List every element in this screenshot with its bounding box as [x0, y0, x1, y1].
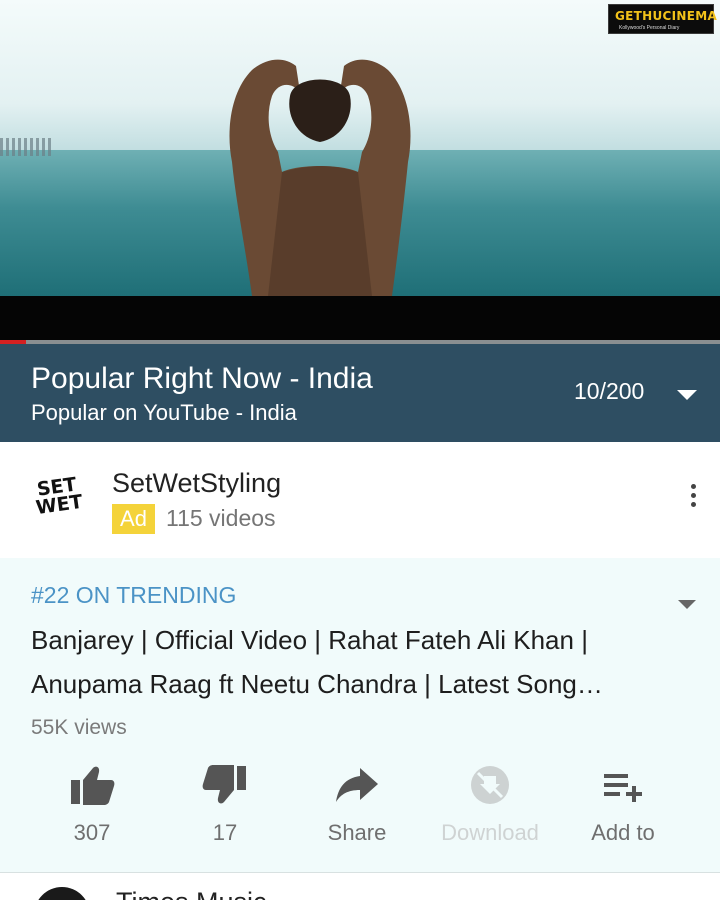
- video-frame-figure: [229, 59, 411, 296]
- add-to-label: Add to: [591, 820, 655, 845]
- watermark-subtext: Kollywood's Personal Diary: [619, 25, 680, 31]
- channel-video-count: 115 videos: [166, 505, 276, 531]
- thumbs-down-icon: [202, 765, 246, 804]
- share-icon: [336, 768, 378, 802]
- watermark-text: GETHUCINEMA: [615, 9, 718, 23]
- next-channel-name[interactable]: Times Music: [116, 887, 267, 900]
- video-info: #22 ON TRENDING Banjarey | Official Vide…: [0, 558, 720, 874]
- dislike-button[interactable]: 17: [165, 764, 285, 846]
- view-count: 55K views: [31, 716, 127, 739]
- expand-description-icon[interactable]: [678, 600, 696, 609]
- like-count: 307: [73, 820, 111, 845]
- playlist-title: Popular Right Now - India: [31, 362, 373, 395]
- channel-name[interactable]: SetWetStyling: [112, 468, 281, 499]
- video-letterbox: [0, 296, 720, 340]
- trending-label[interactable]: #22 ON TRENDING: [31, 582, 236, 609]
- watermark-logo: GETHUCINEMA Kollywood's Personal Diary: [608, 4, 718, 34]
- channel-avatar[interactable]: SET WET: [26, 468, 88, 530]
- playlist-bar[interactable]: Popular Right Now - India Popular on You…: [0, 344, 720, 442]
- action-bar: 307 17 Share Download Add to: [0, 764, 720, 854]
- channel-row[interactable]: SET WET SetWetStyling Ad 115 videos: [0, 442, 720, 558]
- share-button[interactable]: Share: [297, 764, 417, 846]
- channel-logo-text: SET WET: [34, 473, 85, 520]
- download-disabled-icon: [471, 766, 509, 804]
- video-player[interactable]: GETHUCINEMA Kollywood's Personal Diary: [0, 0, 720, 296]
- video-frame-pier: [0, 138, 52, 156]
- download-button[interactable]: Download: [430, 764, 550, 846]
- dislike-count: 17: [212, 820, 238, 845]
- playlist-add-icon: [604, 774, 642, 802]
- add-to-button[interactable]: Add to: [563, 764, 683, 846]
- download-label: Download: [441, 820, 539, 845]
- ad-badge: Ad: [112, 504, 155, 534]
- next-channel-avatar[interactable]: [34, 887, 90, 900]
- video-title: Banjarey | Official Video | Rahat Fateh …: [31, 625, 603, 699]
- more-options-icon[interactable]: [691, 484, 697, 511]
- playlist-position: 10/200: [574, 378, 645, 404]
- thumbs-up-icon: [71, 766, 115, 805]
- playlist-subtitle: Popular on YouTube - India: [31, 400, 297, 425]
- share-label: Share: [327, 820, 387, 845]
- next-channel-row[interactable]: Times Music: [0, 872, 720, 900]
- like-button[interactable]: 307: [32, 764, 152, 846]
- chevron-down-icon[interactable]: [677, 390, 697, 400]
